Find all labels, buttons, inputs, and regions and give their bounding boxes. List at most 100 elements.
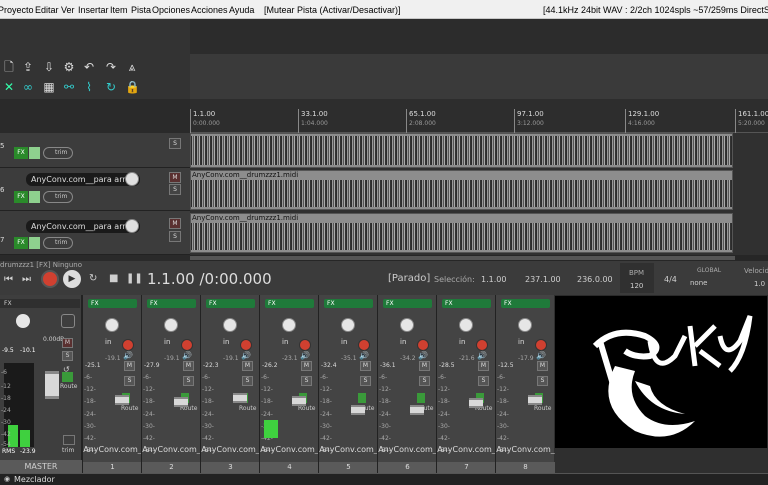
- go-start-icon[interactable]: ⏮: [4, 274, 13, 285]
- strip-mute-button[interactable]: M: [301, 361, 312, 371]
- strip-solo-button[interactable]: S: [183, 376, 194, 386]
- strip-record-arm[interactable]: [358, 339, 370, 351]
- strip-mute-button[interactable]: M: [478, 361, 489, 371]
- track-name[interactable]: AnyConv.com__para arre: [26, 220, 140, 233]
- strip-record-arm[interactable]: [240, 339, 252, 351]
- strip-record-arm[interactable]: [122, 339, 134, 351]
- menu-acciones[interactable]: Acciones: [191, 5, 228, 15]
- strip-fx-button[interactable]: FX: [147, 299, 196, 308]
- solo-button[interactable]: S: [169, 184, 181, 195]
- strip-record-arm[interactable]: [476, 339, 488, 351]
- master-solo-button[interactable]: S: [62, 351, 73, 361]
- track-fx-button[interactable]: FX: [14, 237, 28, 249]
- strip-volume-knob[interactable]: [282, 318, 296, 332]
- strip-volume-knob[interactable]: [105, 318, 119, 332]
- strip-fx-button[interactable]: FX: [383, 299, 432, 308]
- redo-icon[interactable]: ↷: [104, 60, 118, 74]
- strip-route-button[interactable]: Route: [121, 405, 138, 412]
- mono-stereo-icon[interactable]: [61, 314, 75, 328]
- strip-solo-button[interactable]: S: [124, 376, 135, 386]
- strip-record-arm[interactable]: [417, 339, 429, 351]
- media-item[interactable]: [190, 133, 733, 168]
- media-item[interactable]: AnyConv.com__drumzzz1.midi: [190, 170, 733, 210]
- strip-fx-toggle[interactable]: [417, 393, 425, 403]
- strip-name[interactable]: AnyConv.com_: [319, 445, 378, 454]
- stop-icon[interactable]: ■: [109, 273, 118, 284]
- loop-icon[interactable]: ↻: [104, 80, 118, 94]
- menu-pista[interactable]: Pista: [131, 5, 151, 15]
- master-fx-button[interactable]: FX: [0, 299, 80, 308]
- strip-solo-button[interactable]: S: [242, 376, 253, 386]
- strip-fx-button[interactable]: FX: [265, 299, 314, 308]
- strip-mute-button[interactable]: M: [242, 361, 253, 371]
- strip-solo-button[interactable]: S: [301, 376, 312, 386]
- strip-input-label[interactable]: in: [518, 338, 532, 348]
- selection-end[interactable]: 237.1.00: [525, 275, 561, 284]
- envelope-icon[interactable]: ⌇: [82, 80, 96, 94]
- strip-name[interactable]: AnyConv.com_: [83, 445, 142, 454]
- go-end-icon[interactable]: ⏭: [22, 274, 31, 285]
- master-trim-icon[interactable]: [63, 435, 75, 445]
- strip-fx-button[interactable]: FX: [442, 299, 491, 308]
- menu-ayuda[interactable]: Ayuda: [229, 5, 254, 15]
- position-readout[interactable]: 1.1.00 /0:00.000: [147, 270, 272, 288]
- track-row[interactable]: 5 FX trim S: [0, 133, 190, 168]
- tempo-box[interactable]: BPM 120: [620, 263, 654, 293]
- mute-button[interactable]: M: [169, 172, 181, 183]
- scrollbar-thumb[interactable]: [190, 256, 735, 260]
- mute-button[interactable]: M: [169, 218, 181, 229]
- track-name[interactable]: AnyConv.com__para arre: [26, 173, 140, 186]
- strip-fader[interactable]: [528, 395, 542, 405]
- strip-fader[interactable]: [174, 397, 188, 407]
- master-volume-knob[interactable]: [16, 314, 30, 328]
- selection-start[interactable]: 1.1.00: [481, 275, 506, 284]
- strip-name[interactable]: AnyConv.com_: [378, 445, 437, 454]
- grid-icon[interactable]: ▦: [42, 80, 56, 94]
- menu-item[interactable]: Item: [110, 5, 128, 15]
- strip-fader[interactable]: [233, 393, 247, 403]
- strip-name[interactable]: AnyConv.com_: [437, 445, 496, 454]
- trim-button[interactable]: trim: [43, 191, 73, 203]
- arrange-view[interactable]: AnyConv.com__drumzzz1.midi AnyConv.com__…: [190, 133, 768, 255]
- group-icon[interactable]: ⚯: [62, 80, 76, 94]
- fx-bypass-toggle[interactable]: [29, 147, 40, 159]
- track-row[interactable]: 6 AnyConv.com__para arre FX trim M S: [0, 168, 190, 211]
- new-project-icon[interactable]: 🗋: [2, 60, 16, 74]
- master-mute-button[interactable]: M: [62, 338, 73, 348]
- strip-mute-button[interactable]: M: [537, 361, 548, 371]
- upload-icon[interactable]: ⇪: [21, 60, 35, 74]
- strip-input-label[interactable]: in: [282, 338, 296, 348]
- metronome-icon[interactable]: ⩓: [125, 60, 139, 74]
- strip-record-arm[interactable]: [181, 339, 193, 351]
- strip-route-button[interactable]: Route: [534, 405, 551, 412]
- strip-volume-knob[interactable]: [341, 318, 355, 332]
- strip-solo-button[interactable]: S: [478, 376, 489, 386]
- mixer-docker-tab[interactable]: ◉ Mezclador: [0, 473, 768, 485]
- strip-input-label[interactable]: in: [459, 338, 473, 348]
- fx-bypass-toggle[interactable]: [29, 237, 40, 249]
- trim-button[interactable]: trim: [43, 237, 73, 249]
- strip-mute-button[interactable]: M: [183, 361, 194, 371]
- strip-mute-button[interactable]: M: [360, 361, 371, 371]
- media-item[interactable]: AnyConv.com__drumzzz1.midi: [190, 213, 733, 253]
- volume-knob[interactable]: [125, 219, 139, 233]
- strip-volume-knob[interactable]: [164, 318, 178, 332]
- strip-fader[interactable]: [410, 405, 424, 415]
- record-button[interactable]: [41, 270, 59, 288]
- time-signature[interactable]: 4/4: [664, 275, 677, 284]
- strip-record-arm[interactable]: [535, 339, 547, 351]
- strip-record-arm[interactable]: [299, 339, 311, 351]
- master-route[interactable]: Route: [60, 383, 77, 390]
- loop-icon[interactable]: ↻: [89, 273, 97, 284]
- menu-proyecto[interactable]: Proyecto: [0, 5, 34, 15]
- strip-fader[interactable]: [351, 405, 365, 415]
- strip-name[interactable]: AnyConv.com_: [260, 445, 319, 454]
- strip-name[interactable]: AnyConv.com_: [496, 445, 555, 454]
- strip-volume-knob[interactable]: [223, 318, 237, 332]
- play-button[interactable]: ▶: [63, 270, 81, 288]
- strip-volume-knob[interactable]: [459, 318, 473, 332]
- strip-mute-button[interactable]: M: [124, 361, 135, 371]
- strip-input-label[interactable]: in: [105, 338, 119, 348]
- strip-fader[interactable]: [469, 398, 483, 408]
- master-fader[interactable]: [45, 371, 59, 399]
